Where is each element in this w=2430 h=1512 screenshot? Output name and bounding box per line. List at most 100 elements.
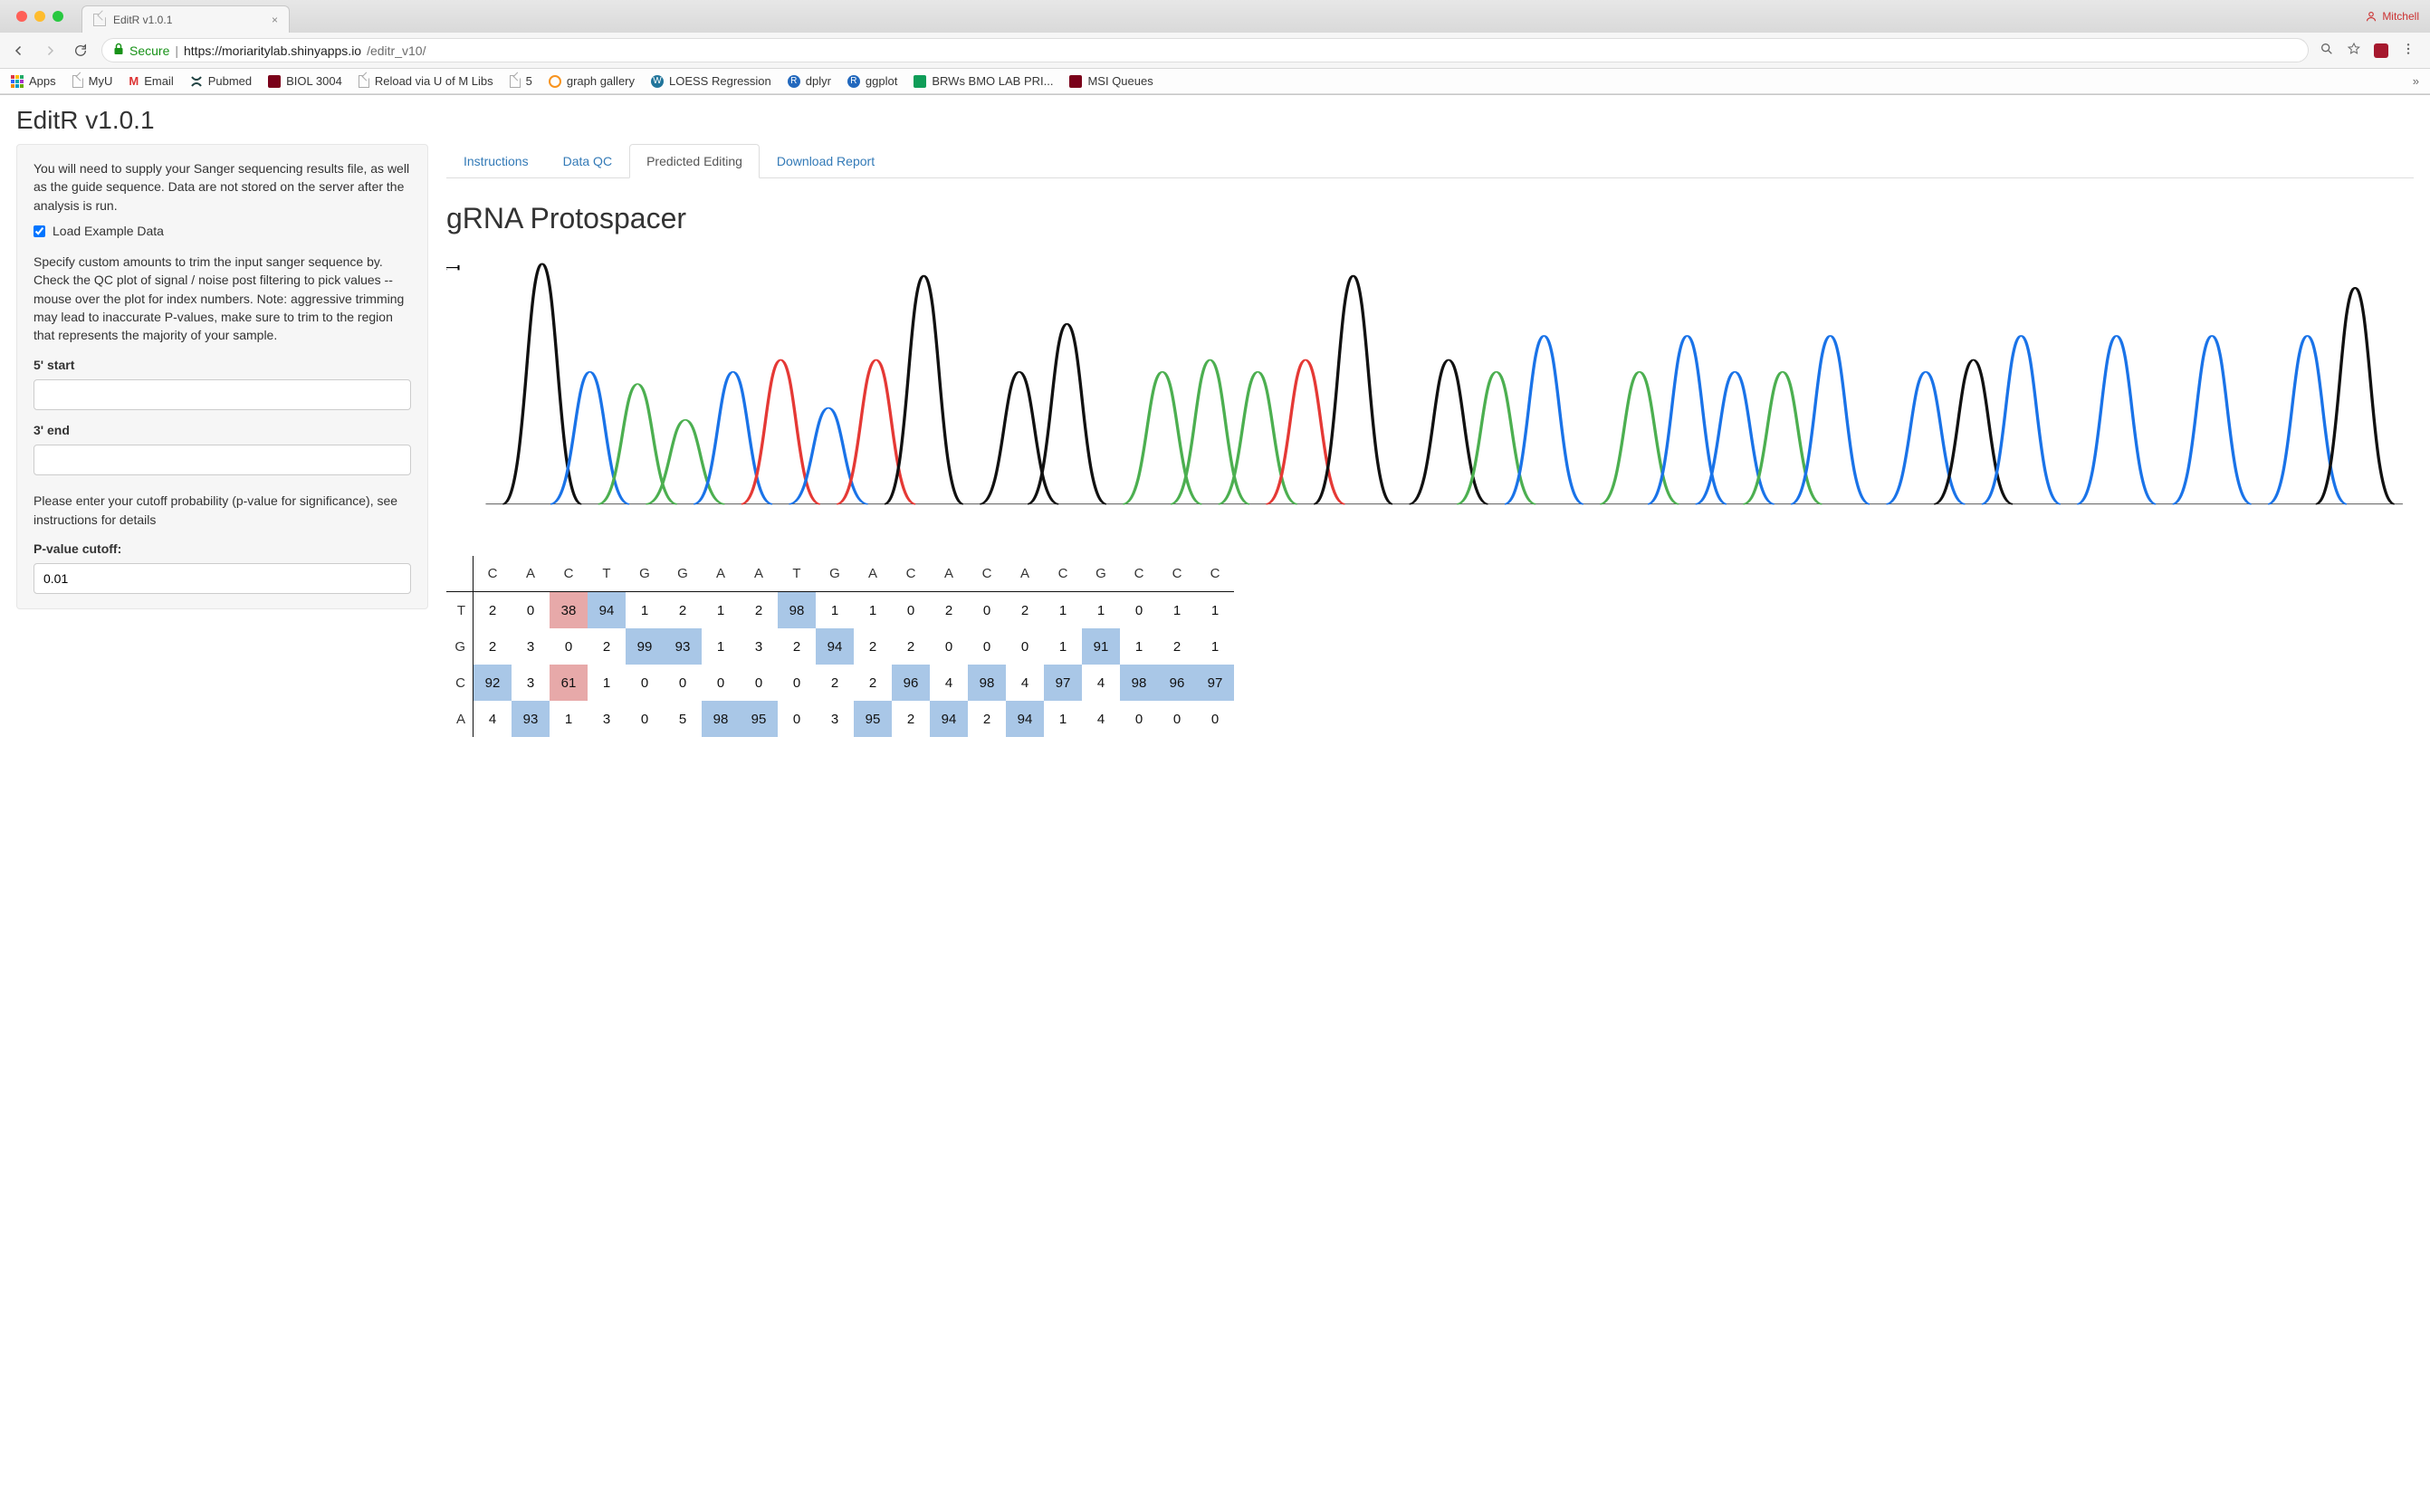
bookmark-msi-queues[interactable]: MSI Queues	[1069, 74, 1153, 88]
heatmap-cell: 98	[968, 665, 1006, 701]
tab-download-report[interactable]: Download Report	[760, 144, 892, 178]
heatmap-cell: 0	[778, 701, 816, 737]
bookmark-apps[interactable]: Apps	[11, 74, 56, 88]
bookmark-dplyr[interactable]: Rdplyr	[788, 74, 831, 88]
heatmap-col-header: C	[1044, 556, 1082, 592]
nav-reload-button[interactable]	[71, 41, 91, 61]
heatmap-cell: 1	[1196, 628, 1234, 665]
window-controls[interactable]	[7, 11, 72, 22]
window-minimize-icon[interactable]	[34, 11, 45, 22]
heatmap-cell: 2	[474, 628, 512, 665]
window-close-icon[interactable]	[16, 11, 27, 22]
heatmap-cell: 0	[702, 665, 740, 701]
address-bar[interactable]: Secure | https://moriaritylab.shinyapps.…	[101, 38, 2309, 62]
tab-predicted-editing[interactable]: Predicted Editing	[629, 144, 760, 178]
trace-peak	[1791, 336, 1870, 504]
heatmap-col-header: C	[1196, 556, 1234, 592]
browser-toolbar: Secure | https://moriaritylab.shinyapps.…	[0, 33, 2430, 69]
sidebar-panel: You will need to supply your Sanger sequ…	[16, 144, 428, 609]
bookmark-label: Pubmed	[208, 74, 252, 88]
bookmark-email[interactable]: MEmail	[129, 74, 173, 88]
bookmark-brws-bmo[interactable]: BRWs BMO LAB PRI...	[914, 74, 1053, 88]
trace-peak	[1648, 336, 1727, 504]
orange-circle-icon	[549, 75, 561, 88]
input-3p-end[interactable]	[33, 445, 411, 475]
heatmap-cell: 3	[512, 628, 550, 665]
profile-badge[interactable]: Mitchell	[2366, 10, 2419, 23]
tab-close-icon[interactable]: ×	[272, 14, 278, 26]
mendeley-icon[interactable]	[2374, 43, 2388, 58]
heatmap-col-header: G	[816, 556, 854, 592]
heatmap-col-header: A	[702, 556, 740, 592]
bookmark-label: BIOL 3004	[286, 74, 342, 88]
heatmap-cell: 1	[702, 592, 740, 628]
menu-icon[interactable]	[2401, 42, 2416, 59]
bookmark-ggplot[interactable]: Rggplot	[847, 74, 897, 88]
input-pvalue[interactable]	[33, 563, 411, 594]
pvalue-help-text: Please enter your cutoff probability (p-…	[33, 492, 411, 529]
bookmark-myu[interactable]: MyU	[72, 74, 113, 88]
heatmap-cell: 1	[702, 628, 740, 665]
nav-back-button[interactable]	[9, 41, 29, 61]
bookmark-label: MyU	[89, 74, 113, 88]
bookmark-pubmed[interactable]: Pubmed	[190, 74, 252, 88]
input-5p-start[interactable]	[33, 379, 411, 410]
file-icon	[359, 75, 369, 88]
load-example-checkbox-input[interactable]	[33, 225, 45, 237]
chromatogram-plot: 1	[446, 248, 2414, 520]
url-host: https://moriaritylab.shinyapps.io	[184, 43, 361, 58]
heatmap-cell: 97	[1196, 665, 1234, 701]
star-icon[interactable]	[2347, 42, 2361, 59]
heatmap-cell: 91	[1082, 628, 1120, 665]
heatmap-cell: 5	[664, 701, 702, 737]
heatmap-cell: 2	[740, 592, 778, 628]
nav-forward-button[interactable]	[40, 41, 60, 61]
load-example-label: Load Example Data	[53, 222, 164, 240]
heatmap-cell: 3	[588, 701, 626, 737]
heatmap-cell: 0	[626, 701, 664, 737]
bookmark-label: Apps	[29, 74, 56, 88]
bookmark-label: MSI Queues	[1087, 74, 1153, 88]
zoom-icon[interactable]	[2320, 42, 2334, 59]
heatmap-cell: 99	[626, 628, 664, 665]
editing-heatmap: CACTGGAATGACACACGCCCT2038941212981102021…	[446, 556, 2414, 737]
bookmark-biol3004[interactable]: BIOL 3004	[268, 74, 342, 88]
bookmark-5[interactable]: 5	[510, 74, 532, 88]
trace-peak	[1934, 359, 2013, 503]
bookmarks-overflow-icon[interactable]: »	[2413, 74, 2419, 88]
tab-data-qc[interactable]: Data QC	[546, 144, 629, 178]
heatmap-cell: 98	[778, 592, 816, 628]
file-icon	[510, 75, 521, 88]
bookmark-label: ggplot	[866, 74, 897, 88]
heatmap-cell: 1	[1044, 701, 1082, 737]
heatmap-cell: 2	[664, 592, 702, 628]
gmail-icon: M	[129, 74, 139, 88]
heatmap-col-header: A	[740, 556, 778, 592]
r-icon: R	[847, 75, 860, 88]
heatmap-cell: 0	[1120, 592, 1158, 628]
window-maximize-icon[interactable]	[53, 11, 63, 22]
browser-tab[interactable]: EditR v1.0.1 ×	[81, 5, 290, 33]
tab-instructions[interactable]: Instructions	[446, 144, 546, 178]
heatmap-cell: 95	[740, 701, 778, 737]
heatmap-cell: 92	[474, 665, 512, 701]
heatmap-cell: 3	[740, 628, 778, 665]
browser-tabbar: EditR v1.0.1 × Mitchell	[0, 0, 2430, 33]
heatmap-cell: 1	[1196, 592, 1234, 628]
heatmap-cell: 2	[854, 628, 892, 665]
heatmap-cell: 3	[816, 701, 854, 737]
bookmark-graph-gallery[interactable]: graph gallery	[549, 74, 635, 88]
trace-peak	[741, 359, 820, 503]
heatmap-col-header: T	[778, 556, 816, 592]
r-icon: R	[788, 75, 800, 88]
section-heading: gRNA Protospacer	[446, 202, 2414, 235]
heatmap-col-header: C	[892, 556, 930, 592]
heatmap-cell: 1	[1120, 628, 1158, 665]
heatmap-cell: 4	[1006, 665, 1044, 701]
trim-help-text: Specify custom amounts to trim the input…	[33, 253, 411, 344]
trace-peak	[1982, 336, 2061, 504]
bookmark-reload-libs[interactable]: Reload via U of M Libs	[359, 74, 493, 88]
load-example-checkbox[interactable]: Load Example Data	[33, 222, 411, 240]
bookmark-loess[interactable]: WLOESS Regression	[651, 74, 771, 88]
heatmap-cell: 2	[778, 628, 816, 665]
